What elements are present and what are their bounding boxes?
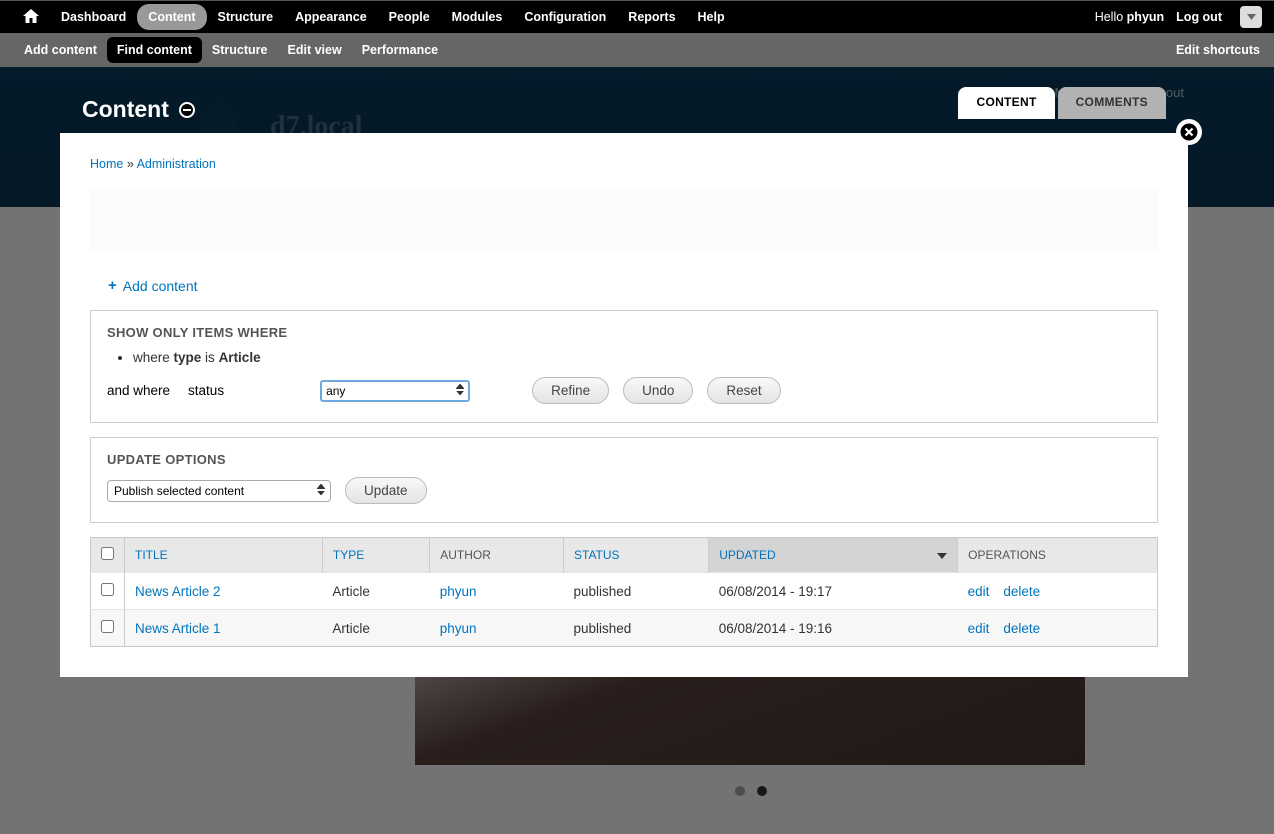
row-status: published (564, 573, 709, 610)
col-status[interactable]: STATUS (574, 548, 620, 562)
table-row: News Article 1 Article phyun published 0… (91, 610, 1158, 647)
shortcut-edit-view[interactable]: Edit view (278, 37, 352, 63)
breadcrumb-home[interactable]: Home (90, 157, 123, 171)
row-status: published (564, 610, 709, 647)
breadcrumb: Home » Administration (90, 157, 1158, 171)
add-content-link[interactable]: + Add content (108, 277, 198, 294)
row-delete-link[interactable]: delete (1003, 584, 1040, 599)
user-greeting: Hello phyun (1095, 10, 1164, 24)
col-type[interactable]: TYPE (333, 548, 364, 562)
admin-toolbar: Dashboard Content Structure Appearance P… (0, 0, 1274, 33)
update-button[interactable]: Update (345, 477, 427, 504)
and-where-label: and where (107, 383, 170, 398)
toolbar-dropdown-toggle[interactable] (1240, 6, 1262, 28)
row-author-link[interactable]: phyun (440, 621, 477, 636)
row-updated: 06/08/2014 - 19:16 (709, 610, 958, 647)
toolbar-appearance[interactable]: Appearance (284, 4, 378, 30)
row-checkbox[interactable] (101, 620, 114, 633)
overlay-close-button[interactable] (1176, 119, 1202, 145)
update-title: UPDATE OPTIONS (107, 452, 1141, 467)
select-all-checkbox[interactable] (101, 547, 114, 560)
row-author-link[interactable]: phyun (440, 584, 477, 599)
table-row: News Article 2 Article phyun published 0… (91, 573, 1158, 610)
update-action-select[interactable]: Publish selected content (107, 480, 331, 502)
shortcut-remove-icon[interactable] (179, 102, 195, 118)
col-author: AUTHOR (440, 548, 491, 562)
edit-shortcuts-link[interactable]: Edit shortcuts (1176, 43, 1260, 57)
row-checkbox[interactable] (101, 583, 114, 596)
content-table: TITLE TYPE AUTHOR STATUS UPDATED OPERATI… (90, 537, 1158, 647)
shortcut-structure[interactable]: Structure (202, 37, 278, 63)
col-title[interactable]: TITLE (135, 548, 168, 562)
row-edit-link[interactable]: edit (968, 584, 990, 599)
col-operations: OPERATIONS (968, 548, 1046, 562)
row-type: Article (322, 610, 429, 647)
row-delete-link[interactable]: delete (1003, 621, 1040, 636)
toolbar-people[interactable]: People (378, 4, 441, 30)
tab-comments[interactable]: COMMENTS (1058, 87, 1166, 119)
overlay-title: Content (82, 96, 169, 123)
refine-button[interactable]: Refine (532, 377, 609, 404)
tab-content[interactable]: CONTENT (958, 87, 1054, 119)
status-label: status (188, 383, 224, 398)
row-title-link[interactable]: News Article 2 (135, 584, 221, 599)
update-options-fieldset: UPDATE OPTIONS Publish selected content … (90, 437, 1158, 523)
row-edit-link[interactable]: edit (968, 621, 990, 636)
home-icon[interactable] (12, 3, 50, 32)
overlay: Content CONTENT COMMENTS Home » Administ… (60, 90, 1188, 677)
messages-region (90, 189, 1158, 251)
toolbar-dashboard[interactable]: Dashboard (50, 4, 137, 30)
filter-title: SHOW ONLY ITEMS WHERE (107, 325, 1141, 340)
toolbar-help[interactable]: Help (687, 4, 736, 30)
toolbar-logout[interactable]: Log out (1176, 10, 1222, 24)
toolbar-reports[interactable]: Reports (617, 4, 686, 30)
undo-button[interactable]: Undo (623, 377, 693, 404)
status-select[interactable]: any (320, 380, 470, 402)
shortcut-find-content[interactable]: Find content (107, 37, 202, 63)
shortcut-performance[interactable]: Performance (352, 37, 448, 63)
row-updated: 06/08/2014 - 19:17 (709, 573, 958, 610)
toolbar-content[interactable]: Content (137, 4, 206, 30)
filter-fieldset: SHOW ONLY ITEMS WHERE where type is Arti… (90, 310, 1158, 423)
toolbar-configuration[interactable]: Configuration (513, 4, 617, 30)
row-type: Article (322, 573, 429, 610)
reset-button[interactable]: Reset (707, 377, 780, 404)
row-title-link[interactable]: News Article 1 (135, 621, 221, 636)
toolbar-modules[interactable]: Modules (441, 4, 514, 30)
toolbar-structure[interactable]: Structure (207, 4, 285, 30)
sort-desc-icon (937, 548, 947, 562)
plus-icon: + (108, 277, 117, 294)
breadcrumb-admin[interactable]: Administration (137, 157, 216, 171)
col-updated[interactable]: UPDATED (719, 548, 775, 562)
shortcut-bar: Add content Find content Structure Edit … (0, 33, 1274, 67)
shortcut-add-content[interactable]: Add content (14, 37, 107, 63)
